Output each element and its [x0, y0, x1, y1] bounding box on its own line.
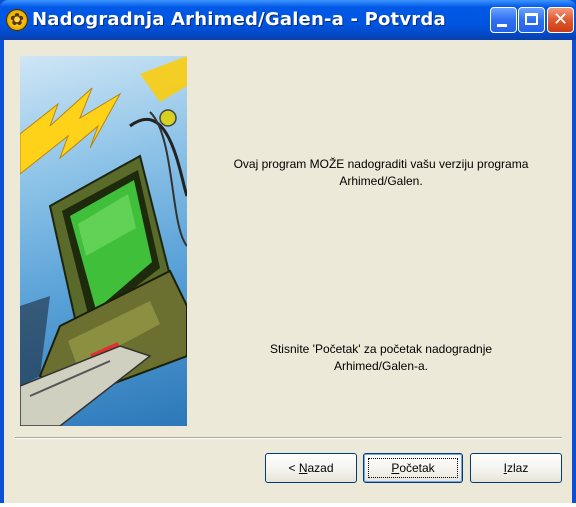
maximize-button[interactable]	[518, 7, 545, 33]
wizard-side-image	[20, 56, 187, 426]
instruction-line-1: Stisnite 'Početak' za početak nadogradnj…	[269, 342, 493, 356]
back-button-label: < Nazad	[288, 461, 333, 475]
exit-button[interactable]: Izlaz	[470, 453, 562, 483]
minimize-icon	[497, 24, 507, 27]
close-icon: ✕	[552, 9, 569, 30]
maximize-icon	[525, 13, 538, 25]
separator	[15, 437, 562, 439]
title-bar[interactable]: Nadogradnja Arhimed/Galen-a - Potvrda ✕	[0, 0, 576, 40]
close-button[interactable]: ✕	[547, 7, 574, 33]
back-prefix: <	[288, 461, 299, 475]
info-line-1: Ovaj program MOŽE nadograditi vašu verzi…	[233, 157, 529, 171]
instruction-message: Stisnite 'Početak' za početak nadogradnj…	[199, 341, 563, 375]
window-title: Nadogradnja Arhimed/Galen-a - Potvrda	[32, 9, 446, 30]
dialog-body: Ovaj program MOŽE nadograditi vašu verzi…	[4, 40, 572, 507]
app-icon[interactable]	[6, 9, 28, 31]
start-button[interactable]: Početak	[363, 453, 463, 483]
info-message: Ovaj program MOŽE nadograditi vašu verzi…	[199, 156, 563, 190]
start-button-label: Početak	[391, 461, 434, 475]
start-rest: očetak	[399, 461, 435, 475]
computer-illustration	[20, 56, 187, 426]
info-line-2: Arhimed/Galen.	[339, 174, 423, 188]
exit-rest: zlaz	[507, 461, 529, 475]
instruction-line-2: Arhimed/Galen-a.	[333, 359, 429, 373]
installer-window: Nadogradnja Arhimed/Galen-a - Potvrda ✕	[0, 0, 576, 507]
back-rest: azad	[307, 461, 334, 475]
minimize-button[interactable]	[490, 7, 517, 33]
back-button[interactable]: < Nazad	[265, 453, 357, 483]
window-bottom-edge	[0, 503, 576, 507]
exit-button-label: Izlaz	[504, 461, 529, 475]
